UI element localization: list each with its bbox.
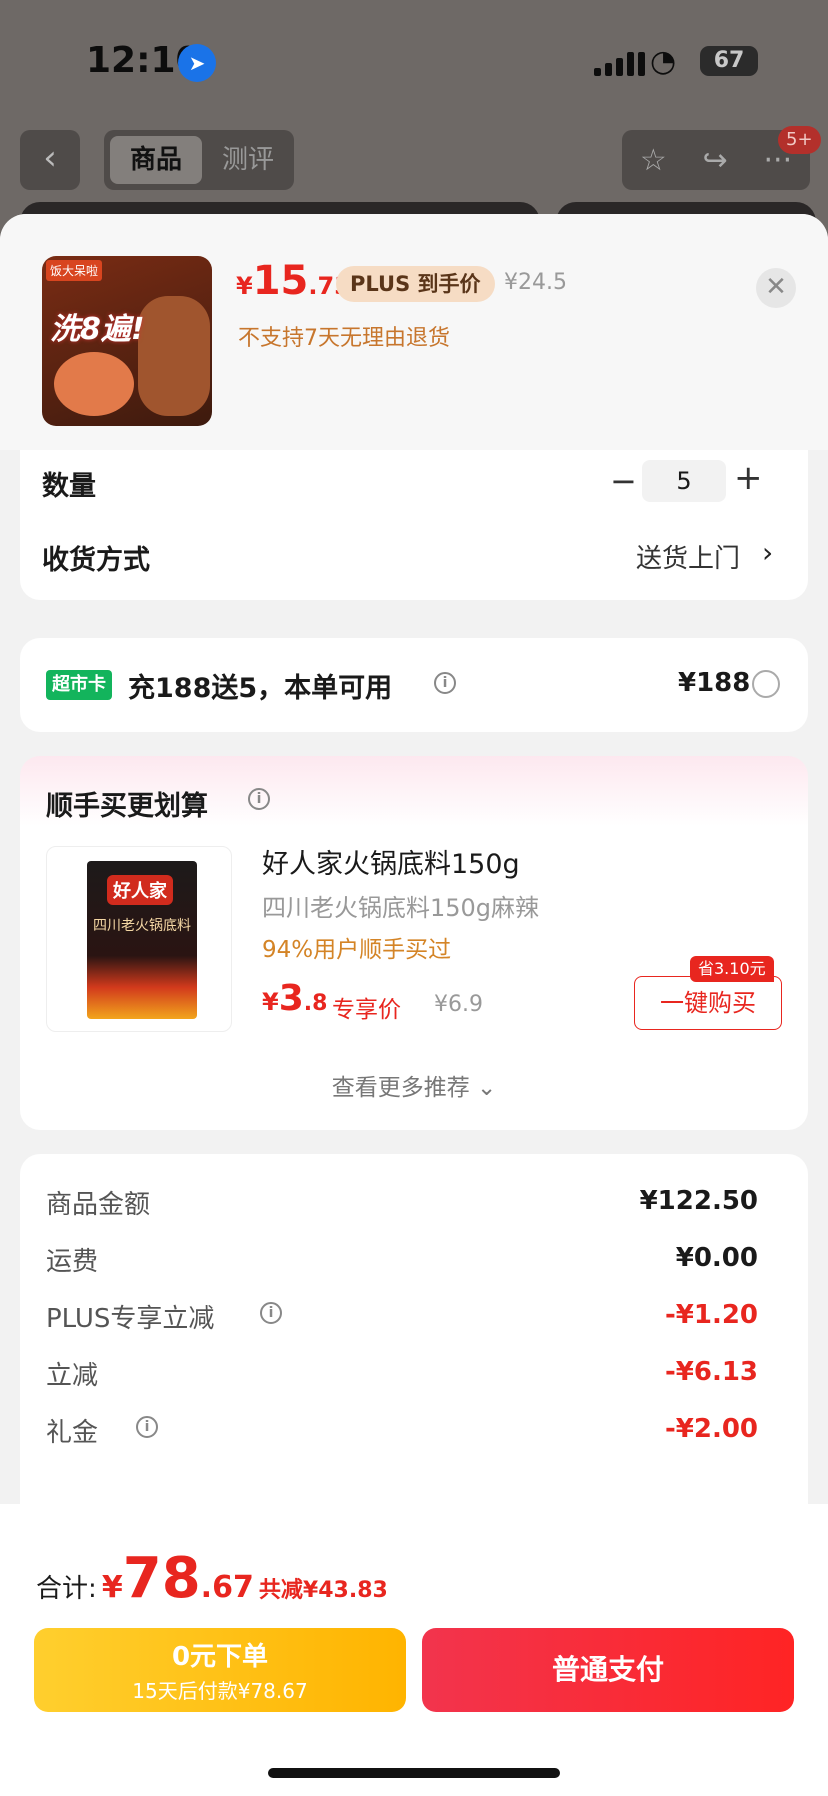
- recommend-product-name[interactable]: 好人家火锅底料150g: [262, 842, 520, 881]
- dish-decoration: [54, 352, 134, 416]
- original-price: ¥24.5: [504, 270, 567, 295]
- thumbnail-text: 洗8遍!: [50, 312, 145, 347]
- total-label: 合计:: [36, 1574, 97, 1604]
- info-icon[interactable]: i: [260, 1302, 282, 1324]
- price-symbol: ¥: [262, 988, 279, 1016]
- price-decimal: .67: [200, 1570, 254, 1605]
- wifi-icon: ◔: [650, 44, 677, 79]
- summary-row-shipping: 运费 ¥0.00: [46, 1241, 782, 1281]
- summary-label: PLUS专享立减: [46, 1304, 215, 1334]
- market-card-offer[interactable]: 超市卡 充188送5，本单可用 i ¥188: [20, 638, 808, 732]
- package-brand: 好人家: [107, 875, 173, 905]
- pay-later-button[interactable]: 0元下单 15天后付款¥78.67: [34, 1628, 406, 1712]
- summary-label: 立减: [46, 1361, 99, 1391]
- pay-later-sublabel: 15天后付款¥78.67: [132, 1679, 308, 1703]
- plus-price: ¥15.73: [236, 258, 351, 304]
- total-discount: 共减¥43.83: [258, 1578, 388, 1603]
- summary-row-gift-money: 礼金 i -¥2.00: [46, 1412, 782, 1452]
- info-icon[interactable]: i: [434, 672, 456, 694]
- product-thumbnail: 饭大呆啦 洗8遍!: [42, 256, 212, 426]
- summary-value: ¥0.00: [675, 1243, 758, 1273]
- summary-value: -¥6.13: [664, 1357, 758, 1387]
- sheet-header: 饭大呆啦 洗8遍! ¥15.73 PLUS 到手价 ¥24.5 ✕ 不支持7天无…: [0, 214, 828, 450]
- market-card-price: ¥188: [678, 668, 751, 698]
- food-decoration: [138, 296, 210, 416]
- price-symbol: ¥: [236, 272, 253, 300]
- summary-value: -¥2.00: [664, 1414, 758, 1444]
- summary-value: ¥122.50: [639, 1186, 758, 1216]
- summary-label: 商品金额: [46, 1190, 151, 1220]
- star-icon[interactable]: ☆: [640, 143, 667, 178]
- recommend-bought-percent: 94%用户顺手买过: [262, 937, 452, 963]
- recommend-product-subtitle: 四川老火锅底料150g麻辣: [262, 894, 540, 922]
- battery-level: 67: [700, 46, 758, 76]
- summary-label: 运费: [46, 1247, 99, 1277]
- more-recommend-link[interactable]: 查看更多推荐 ⌄: [20, 1068, 808, 1102]
- purchase-sheet: 饭大呆啦 洗8遍! ¥15.73 PLUS 到手价 ¥24.5 ✕ 不支持7天无…: [0, 214, 828, 1796]
- price-decimal: .8: [303, 991, 328, 1016]
- price-summary-card: 商品金额 ¥122.50 运费 ¥0.00 PLUS专享立减 i -¥1.20 …: [20, 1154, 808, 1554]
- pay-later-label: 0元下单: [171, 1642, 269, 1672]
- summary-value: -¥1.20: [664, 1300, 758, 1330]
- share-icon[interactable]: ↪: [703, 143, 728, 178]
- chevron-right-icon[interactable]: ›: [762, 536, 773, 569]
- normal-pay-button[interactable]: 普通支付: [422, 1628, 794, 1712]
- one-click-buy-button[interactable]: 一键购买: [634, 976, 782, 1030]
- savings-badge: 省3.10元: [690, 956, 774, 982]
- market-card-tag: 超市卡: [46, 670, 112, 700]
- delivery-method[interactable]: 送货上门: [636, 538, 740, 575]
- chevron-down-icon: ⌄: [477, 1075, 497, 1101]
- thumbnail-brand: 饭大呆啦: [46, 260, 103, 281]
- tab-product[interactable]: 商品: [110, 136, 202, 184]
- message-count-badge: 5+: [778, 126, 821, 154]
- hotpot-package: 好人家 四川老火锅底料: [87, 861, 197, 1019]
- recommend-product-image[interactable]: 好人家 四川老火锅底料: [46, 846, 232, 1032]
- plus-price-tag: PLUS 到手价: [336, 266, 495, 302]
- summary-row-instant-discount: 立减 -¥6.13: [46, 1355, 782, 1395]
- package-text: 四川老火锅底料: [93, 918, 191, 934]
- tab-review[interactable]: 测评: [208, 136, 288, 184]
- chevron-left-icon[interactable]: ‹: [20, 130, 80, 190]
- recommend-original-price: ¥6.9: [434, 992, 483, 1017]
- recommend-card: 顺手买更划算 i 好人家 四川老火锅底料 好人家火锅底料150g 四川老火锅底料…: [20, 756, 808, 1130]
- more-recommend-label: 查看更多推荐: [331, 1075, 470, 1101]
- return-policy-notice: 不支持7天无理由退货: [238, 326, 450, 351]
- quantity-increase-button[interactable]: +: [734, 458, 763, 498]
- recommend-title: 顺手买更划算: [46, 791, 208, 822]
- price-integer: 3: [278, 978, 304, 1019]
- location-arrow-icon: ➤: [178, 44, 216, 82]
- status-bar: 12:10 ➤ ◔ 67: [0, 0, 828, 120]
- exclusive-price-label: 专享价: [332, 997, 401, 1023]
- quantity-decrease-button[interactable]: −: [610, 462, 637, 500]
- market-card-radio[interactable]: [752, 670, 780, 698]
- recommend-price: ¥3.8: [262, 978, 327, 1019]
- close-icon[interactable]: ✕: [756, 268, 796, 308]
- checkout-footer: 合计: ¥78.67 共减¥43.83 0元下单 15天后付款¥78.67 普通…: [0, 1504, 828, 1796]
- price-integer: 78: [122, 1546, 201, 1611]
- price-integer: 15: [252, 258, 309, 304]
- info-icon[interactable]: i: [136, 1416, 158, 1438]
- home-indicator[interactable]: [268, 1768, 560, 1778]
- quantity-delivery-card: 数量 − 5 + 收货方式 送货上门 ›: [20, 450, 808, 600]
- summary-label: 礼金: [46, 1418, 99, 1448]
- quantity-input[interactable]: 5: [642, 460, 726, 502]
- summary-row-goods: 商品金额 ¥122.50: [46, 1184, 782, 1224]
- info-icon[interactable]: i: [248, 788, 270, 810]
- quantity-label: 数量: [42, 471, 96, 502]
- top-nav-bar: ‹ 商品 测评 ☆ ↪ ··· 5+: [0, 126, 828, 192]
- delivery-label: 收货方式: [42, 545, 150, 576]
- summary-row-plus-discount: PLUS专享立减 i -¥1.20: [46, 1298, 782, 1338]
- market-card-text: 充188送5，本单可用: [128, 673, 393, 704]
- cellular-signal-icon: [594, 48, 645, 76]
- total-price: 合计: ¥78.67 共减¥43.83: [36, 1546, 388, 1611]
- price-symbol: ¥: [101, 1570, 123, 1605]
- nav-tabs: 商品 测评: [104, 130, 294, 190]
